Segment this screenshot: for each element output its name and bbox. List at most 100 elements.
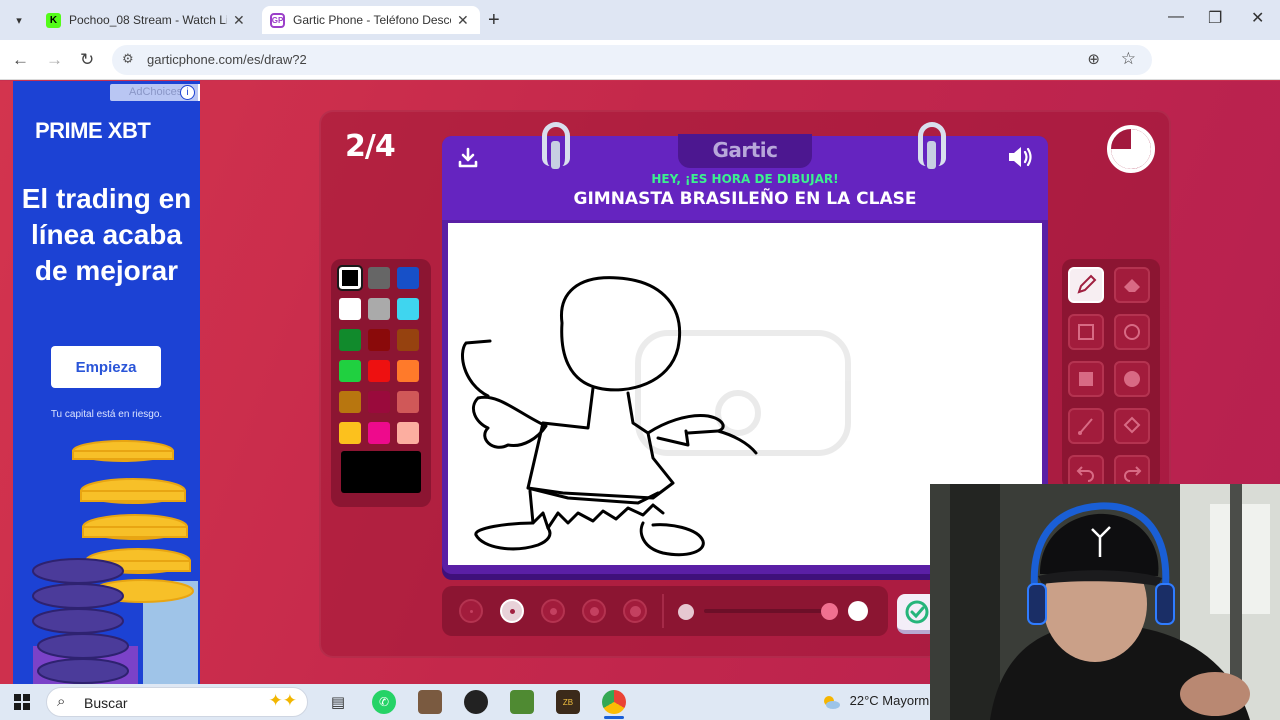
timer-progress bbox=[1111, 129, 1151, 169]
browser-toolbar: ← → ↻ ⚙ garticphone.com/es/draw?2 ⊕ ☆ ⧉ … bbox=[0, 40, 1280, 110]
brush-size-button[interactable] bbox=[623, 599, 647, 623]
timer-icon bbox=[1107, 125, 1155, 173]
brush-size-button[interactable] bbox=[500, 599, 524, 623]
rectangle-outline-tool-button[interactable] bbox=[1068, 314, 1104, 350]
bar-divider bbox=[662, 594, 664, 628]
pencil-tool-button[interactable] bbox=[1068, 267, 1104, 303]
brush-size-dot bbox=[509, 608, 515, 614]
ad-cta-button[interactable]: Empieza bbox=[51, 346, 161, 388]
color-swatch[interactable] bbox=[397, 391, 419, 413]
search-placeholder: Buscar bbox=[84, 695, 128, 711]
reload-icon[interactable]: ↻ bbox=[80, 50, 94, 70]
gartic-watermark-icon bbox=[635, 330, 851, 456]
minecraft-icon[interactable] bbox=[510, 690, 534, 714]
zoom-icon[interactable]: ⊕ bbox=[1087, 50, 1100, 68]
fill-bucket-tool-button[interactable] bbox=[1114, 408, 1150, 444]
current-color-preview bbox=[341, 451, 421, 493]
prompt-subtitle: HEY, ¡ES HORA DE DIBUJAR! bbox=[651, 172, 839, 186]
sparkle-icon: ✦✦ bbox=[268, 691, 298, 710]
download-icon[interactable] bbox=[456, 146, 480, 170]
new-tab-button[interactable]: + bbox=[488, 9, 500, 32]
windows-start-icon[interactable] bbox=[14, 694, 30, 710]
forward-icon[interactable]: → bbox=[46, 50, 63, 70]
tab-gartic-phone[interactable]: GP Gartic Phone - Teléfono Descomunal ✕ bbox=[262, 6, 480, 34]
weather-text: 22°C Mayorm bbox=[849, 693, 930, 708]
line-tool-button[interactable] bbox=[1068, 408, 1104, 444]
info-icon[interactable]: i bbox=[180, 85, 195, 100]
site-info-icon[interactable]: ⚙ bbox=[122, 51, 134, 67]
volume-icon[interactable] bbox=[1006, 144, 1034, 170]
ad-banner[interactable]: AdChoices i ⋮ PRIME XBT El trading en lí… bbox=[13, 81, 200, 684]
coins-illustration bbox=[32, 440, 198, 684]
close-tab-icon[interactable]: ✕ bbox=[457, 12, 469, 29]
close-tab-icon[interactable]: ✕ bbox=[233, 12, 245, 29]
game-app-icon[interactable] bbox=[418, 690, 442, 714]
minimize-icon[interactable]: — bbox=[1168, 8, 1184, 26]
color-swatch[interactable] bbox=[339, 360, 361, 382]
color-swatch[interactable] bbox=[339, 391, 361, 413]
brush-settings-bar bbox=[442, 586, 888, 636]
gartic-logo: Gartic bbox=[678, 134, 812, 168]
tab-search-button[interactable]: ▾ bbox=[8, 9, 30, 31]
color-swatch[interactable] bbox=[368, 391, 390, 413]
color-swatch[interactable] bbox=[397, 422, 419, 444]
ad-disclaimer: Tu capital está en riesgo. bbox=[50, 409, 163, 420]
brush-size-button[interactable] bbox=[459, 599, 483, 623]
url-text[interactable]: garticphone.com/es/draw?2 bbox=[147, 52, 307, 67]
ellipse-outline-icon bbox=[1124, 324, 1140, 340]
color-swatch[interactable] bbox=[368, 298, 390, 320]
ad-menu-icon[interactable]: ⋮ bbox=[198, 84, 200, 101]
gartic-favicon-icon: GP bbox=[270, 12, 285, 28]
webcam-overlay bbox=[930, 484, 1280, 720]
tool-panel bbox=[1062, 259, 1160, 489]
windows-taskbar: ⌕ Buscar ✦✦ ▤ ✆ ZB 22°C Mayorm bbox=[0, 684, 930, 720]
taskbar-search[interactable]: ⌕ Buscar ✦✦ bbox=[46, 687, 308, 717]
board-header: Gartic HEY, ¡ES HORA DE DIBUJAR! GIMNAST… bbox=[442, 134, 1048, 220]
bookmark-star-icon[interactable]: ☆ bbox=[1121, 49, 1136, 69]
ad-brand-logo: PRIME XBT bbox=[35, 118, 151, 143]
pencil-icon bbox=[1077, 274, 1097, 294]
task-view-icon[interactable]: ▤ bbox=[326, 690, 350, 714]
rectangle-filled-tool-button[interactable] bbox=[1068, 361, 1104, 397]
rectangle-outline-icon bbox=[1078, 324, 1094, 340]
color-swatch[interactable] bbox=[339, 329, 361, 351]
obs-icon[interactable] bbox=[464, 690, 488, 714]
ellipse-filled-tool-button[interactable] bbox=[1114, 361, 1150, 397]
brush-size-button[interactable] bbox=[582, 599, 606, 623]
close-window-icon[interactable]: ✕ bbox=[1251, 8, 1264, 28]
adchoices-badge[interactable]: AdChoices i ⋮ bbox=[110, 84, 200, 101]
opacity-slider[interactable] bbox=[704, 609, 834, 613]
kick-favicon-icon: K bbox=[46, 12, 61, 28]
round-counter: 2/4 bbox=[345, 129, 396, 164]
ellipse-outline-tool-button[interactable] bbox=[1114, 314, 1150, 350]
color-swatch[interactable] bbox=[397, 267, 419, 289]
tab-kick-stream[interactable]: K Pochoo_08 Stream - Watch Live ✕ bbox=[38, 6, 256, 34]
color-swatch[interactable] bbox=[397, 298, 419, 320]
color-swatch[interactable] bbox=[337, 265, 363, 291]
opacity-slider-handle[interactable] bbox=[821, 603, 838, 620]
restore-icon[interactable]: ❐ bbox=[1208, 8, 1222, 28]
app-icon[interactable]: ZB bbox=[556, 690, 580, 714]
color-swatch[interactable] bbox=[339, 298, 361, 320]
streamer-video bbox=[930, 484, 1280, 720]
adchoices-label: AdChoices bbox=[129, 86, 183, 98]
color-swatch[interactable] bbox=[368, 329, 390, 351]
undo-icon bbox=[1076, 466, 1094, 482]
address-bar[interactable]: ⚙ garticphone.com/es/draw?2 ⊕ ☆ bbox=[112, 45, 1152, 75]
brush-size-button[interactable] bbox=[541, 599, 565, 623]
active-app-indicator bbox=[604, 716, 624, 719]
color-swatch[interactable] bbox=[368, 422, 390, 444]
color-swatch[interactable] bbox=[397, 329, 419, 351]
chrome-icon[interactable] bbox=[602, 690, 626, 714]
color-swatch[interactable] bbox=[397, 360, 419, 382]
ellipse-filled-icon bbox=[1124, 371, 1140, 387]
whatsapp-icon[interactable]: ✆ bbox=[372, 690, 396, 714]
weather-widget[interactable]: 22°C Mayorm bbox=[822, 693, 929, 709]
opacity-low-icon bbox=[678, 604, 694, 620]
back-icon[interactable]: ← bbox=[12, 50, 29, 70]
color-swatch[interactable] bbox=[368, 360, 390, 382]
rectangle-filled-icon bbox=[1079, 372, 1093, 386]
color-swatch[interactable] bbox=[368, 267, 390, 289]
color-swatch[interactable] bbox=[339, 422, 361, 444]
eraser-tool-button[interactable] bbox=[1114, 267, 1150, 303]
